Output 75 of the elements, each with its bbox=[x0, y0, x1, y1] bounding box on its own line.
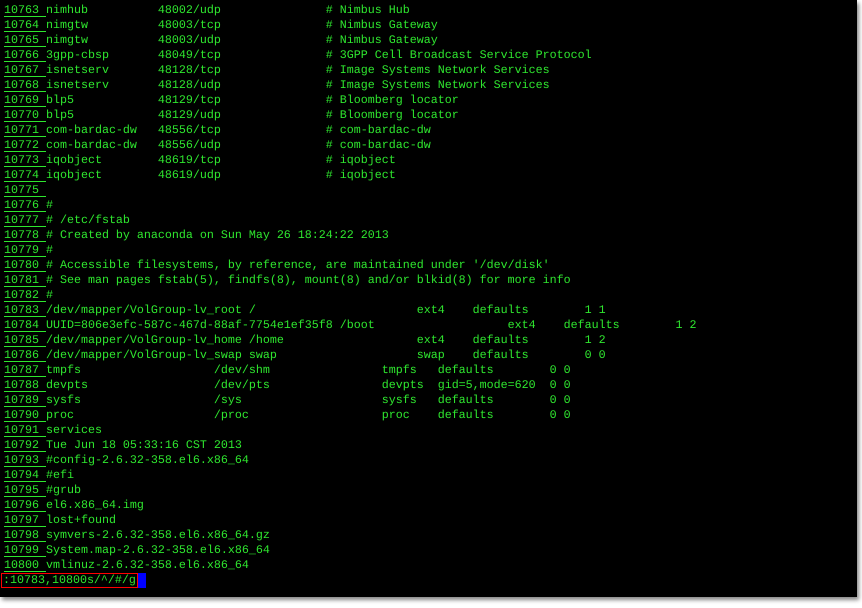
line-number: 10766 bbox=[4, 48, 46, 62]
line-number: 10778 bbox=[4, 228, 46, 242]
code-line: sysfs /sys sysfs defaults 0 0 bbox=[46, 393, 571, 408]
code-line: el6.x86_64.img bbox=[46, 498, 144, 513]
line-number: 10777 bbox=[4, 213, 46, 227]
code-line: System.map-2.6.32-358.el6.x86_64 bbox=[46, 543, 270, 558]
code-line: tmpfs /dev/shm tmpfs defaults 0 0 bbox=[46, 363, 571, 378]
code-line: UUID=806e3efc-587c-467d-88af-7754e1ef35f8 /boot ext4 defaults 1 2 bbox=[46, 318, 697, 333]
code-line: blp5 48129/udp # Bloomberg locator bbox=[46, 108, 459, 123]
line-number: 10783 bbox=[4, 303, 46, 317]
line-number: 10790 bbox=[4, 408, 46, 422]
code-line: lost+found bbox=[46, 513, 116, 528]
line-number: 10796 bbox=[4, 498, 46, 512]
code-line: Tue Jun 18 05:33:16 CST 2013 bbox=[46, 438, 242, 453]
code-line: # See man pages fstab(5), findfs(8), mount(8) and/or blkid(8) for more info bbox=[46, 273, 571, 288]
line-number: 10795 bbox=[4, 483, 46, 497]
line-number: 10791 bbox=[4, 423, 46, 437]
line-number: 10800 bbox=[4, 558, 46, 572]
line-number: 10768 bbox=[4, 78, 46, 92]
line-number: 10797 bbox=[4, 513, 46, 527]
code-line: nimgtw 48003/tcp # Nimbus Gateway bbox=[46, 18, 438, 33]
line-number: 10786 bbox=[4, 348, 46, 362]
code-line: isnetserv 48128/udp # Image Systems Network Services bbox=[46, 78, 550, 93]
code-line: com-bardac-dw 48556/tcp # com-bardac-dw bbox=[46, 123, 431, 138]
code-line: iqobject 48619/tcp # iqobject bbox=[46, 153, 396, 168]
line-number: 10789 bbox=[4, 393, 46, 407]
code-line: /dev/mapper/VolGroup-lv_home /home ext4 defaults 1 2 bbox=[46, 333, 606, 348]
code-line: # bbox=[46, 288, 53, 303]
code-line: # Accessible filesystems, by reference, are maintained under '/dev/disk' bbox=[46, 258, 550, 273]
code-line: blp5 48129/tcp # Bloomberg locator bbox=[46, 93, 459, 108]
code-line: #grub bbox=[46, 483, 81, 498]
line-number: 10788 bbox=[4, 378, 46, 392]
code-line: # bbox=[46, 198, 53, 213]
code-line: com-bardac-dw 48556/udp # com-bardac-dw bbox=[46, 138, 431, 153]
line-number: 10780 bbox=[4, 258, 46, 272]
code-line: services bbox=[46, 423, 102, 438]
line-number: 10773 bbox=[4, 153, 46, 167]
line-number: 10764 bbox=[4, 18, 46, 32]
code-line: iqobject 48619/udp # iqobject bbox=[46, 168, 396, 183]
code-line: /dev/mapper/VolGroup-lv_root / ext4 defaults 1 1 bbox=[46, 303, 606, 318]
code-line: /dev/mapper/VolGroup-lv_swap swap swap defaults 0 0 bbox=[46, 348, 606, 363]
line-number: 10787 bbox=[4, 363, 46, 377]
line-number: 10781 bbox=[4, 273, 46, 287]
code-line: nimgtw 48003/udp # Nimbus Gateway bbox=[46, 33, 438, 48]
line-number: 10763 bbox=[4, 3, 46, 17]
code-line: symvers-2.6.32-358.el6.x86_64.gz bbox=[46, 528, 270, 543]
line-number: 10779 bbox=[4, 243, 46, 257]
line-number: 10798 bbox=[4, 528, 46, 542]
code-line: # bbox=[46, 243, 53, 258]
line-number: 10799 bbox=[4, 543, 46, 557]
code-line: isnetserv 48128/tcp # Image Systems Network Services bbox=[46, 63, 550, 78]
code-line: vmlinuz-2.6.32-358.el6.x86_64 bbox=[46, 558, 249, 573]
line-number: 10767 bbox=[4, 63, 46, 77]
line-number: 10770 bbox=[4, 108, 46, 122]
code-line: proc /proc proc defaults 0 0 bbox=[46, 408, 571, 423]
code-line: # /etc/fstab bbox=[46, 213, 130, 228]
line-number: 10785 bbox=[4, 333, 46, 347]
code-line: devpts /dev/pts devpts gid=5,mode=620 0 0 bbox=[46, 378, 571, 393]
line-number: 10776 bbox=[4, 198, 46, 212]
line-number: 10765 bbox=[4, 33, 46, 47]
line-number: 10792 bbox=[4, 438, 46, 452]
line-number: 10794 bbox=[4, 468, 46, 482]
line-number: 10771 bbox=[4, 123, 46, 137]
code-line: nimhub 48002/udp # Nimbus Hub bbox=[46, 3, 410, 18]
line-number: 10769 bbox=[4, 93, 46, 107]
line-number: 10793 bbox=[4, 453, 46, 467]
line-number: 10775 bbox=[4, 183, 46, 197]
line-number: 10784 bbox=[4, 318, 46, 332]
line-number: 10772 bbox=[4, 138, 46, 152]
line-number: 10782 bbox=[4, 288, 46, 302]
code-line: #efi bbox=[46, 468, 74, 483]
code-line: # Created by anaconda on Sun May 26 18:24:22 2013 bbox=[46, 228, 389, 243]
code-line: #config-2.6.32-358.el6.x86_64 bbox=[46, 453, 249, 468]
line-number: 10774 bbox=[4, 168, 46, 182]
code-line: 3gpp-cbsp 48049/tcp # 3GPP Cell Broadcast Service Protocol bbox=[46, 48, 592, 63]
